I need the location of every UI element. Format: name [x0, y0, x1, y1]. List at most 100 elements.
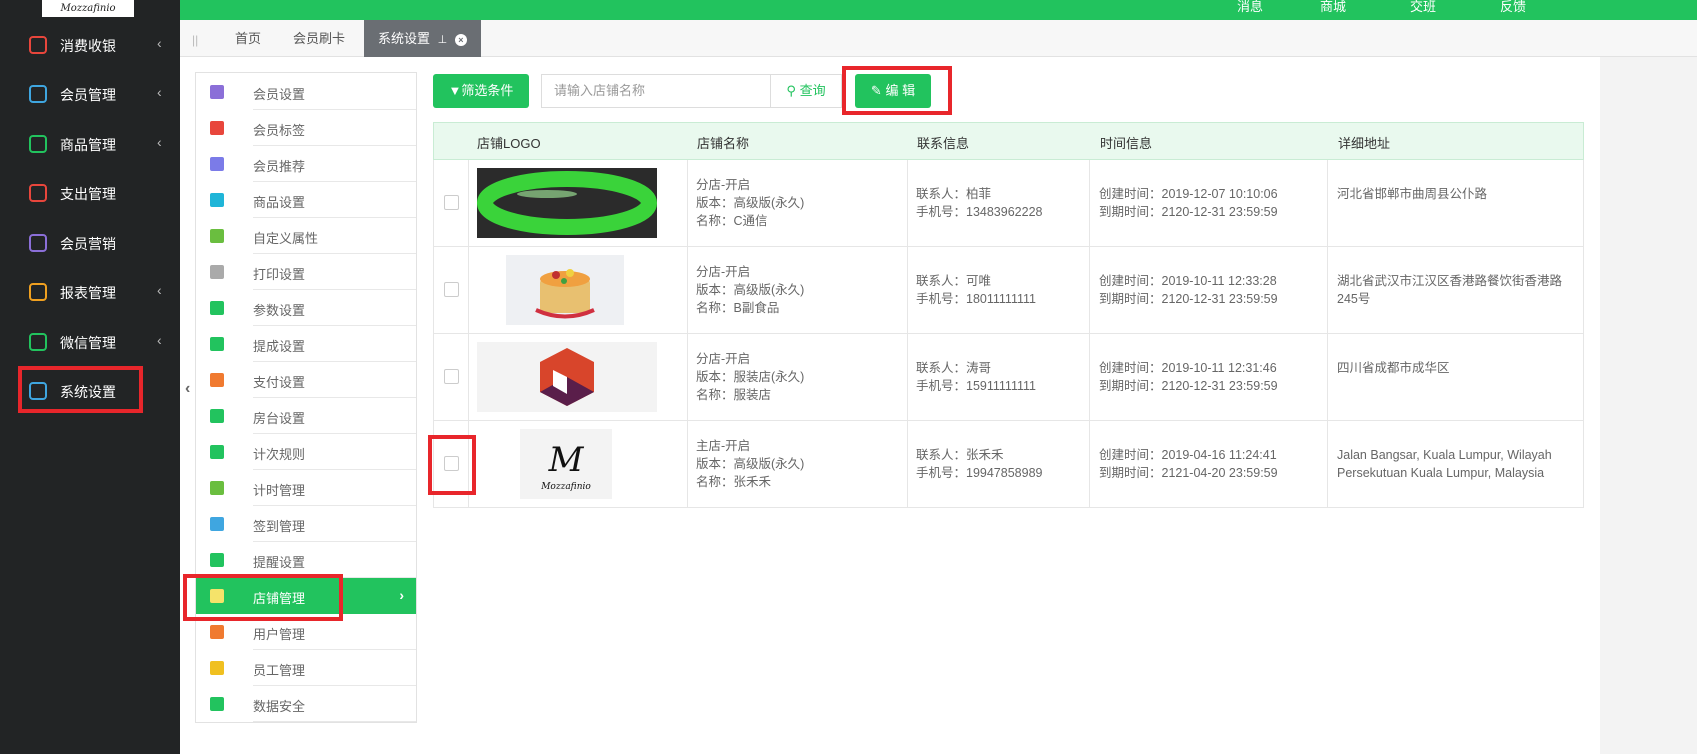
gift-icon	[28, 233, 48, 253]
menu-item-icon	[210, 265, 224, 279]
menu-item-5[interactable]: 打印设置	[196, 254, 416, 290]
store-name: 名称：C通信	[696, 214, 768, 228]
menu-item-label: 打印设置	[253, 267, 306, 282]
top-bar: 消息 商城 交班 反馈	[180, 0, 1697, 20]
store-search-input[interactable]: 请输入店铺名称	[541, 74, 770, 108]
menu-item-17[interactable]: 数据安全	[196, 686, 416, 722]
edit-button[interactable]: ✎ 编 辑	[855, 74, 931, 108]
cell-divider	[907, 160, 908, 247]
sidebar-item-5[interactable]: 报表管理 ‹	[0, 274, 180, 310]
menu-item-3[interactable]: 商品设置	[196, 182, 416, 218]
cell-divider	[687, 247, 688, 334]
contact-person: 联系人：可唯	[916, 274, 992, 288]
filter-button[interactable]: ▼筛选条件	[433, 74, 529, 108]
sidebar-item-2[interactable]: 商品管理 ‹	[0, 126, 180, 162]
sidebar-item-6[interactable]: 微信管理 ‹	[0, 324, 180, 360]
filter-icon: ▼	[448, 83, 462, 98]
store-logo-jade-bangle	[477, 168, 657, 238]
menu-item-4[interactable]: 自定义属性	[196, 218, 416, 254]
menu-item-11[interactable]: 计时管理	[196, 470, 416, 506]
expire-time: 到期时间：2120-12-31 23:59:59	[1099, 292, 1278, 306]
store-version: 版本：高级版(永久)	[696, 196, 805, 210]
row-checkbox[interactable]	[444, 195, 459, 210]
contact-person: 联系人：涛哥	[916, 361, 992, 375]
menu-item-10[interactable]: 计次规则	[196, 434, 416, 470]
mozzafinio-logo-mark: M	[548, 440, 585, 480]
chevron-left-icon: ‹	[157, 84, 162, 100]
cell-divider	[907, 421, 908, 508]
menu-item-icon	[210, 409, 224, 423]
top-nav-shift[interactable]: 交班	[1410, 0, 1436, 15]
menu-item-icon	[210, 697, 224, 711]
settings-menu: 会员设置会员标签会员推荐商品设置 自定义属性打印设置参数设置提成设置 支付设置 房台设…	[195, 72, 417, 723]
tab-system-settings[interactable]: 系统设置 ⊥ ×	[364, 20, 481, 57]
tab-scroll-handle[interactable]: ||	[192, 33, 198, 47]
query-button-label: 查询	[799, 83, 826, 98]
menu-item-2[interactable]: 会员推荐	[196, 146, 416, 182]
chevron-right-icon: ›	[399, 587, 404, 603]
sidebar-item-1[interactable]: 会员管理 ‹	[0, 76, 180, 112]
row-checkbox[interactable]	[444, 369, 459, 384]
menu-item-label: 用户管理	[253, 627, 306, 642]
address-cell: 四川省成都市成华区	[1337, 361, 1450, 375]
menu-item-icon	[210, 301, 224, 315]
store-type: 分店-开启	[696, 178, 751, 192]
cell-divider	[687, 334, 688, 421]
menu-item-0[interactable]: 会员设置	[196, 74, 416, 110]
menu-item-16[interactable]: 员工管理	[196, 650, 416, 686]
store-logo-mozzafinio-logo: M Mozzafinio	[520, 429, 612, 499]
top-nav-messages[interactable]: 消息	[1237, 0, 1263, 15]
sidebar-item-3[interactable]: 支出管理	[0, 175, 180, 211]
cell-divider	[907, 334, 908, 421]
menu-item-label: 签到管理	[253, 519, 306, 534]
menu-item-13[interactable]: 提醒设置	[196, 542, 416, 578]
menu-item-icon	[210, 337, 224, 351]
highlight-box-store-management	[183, 574, 343, 621]
tab-home[interactable]: 首页	[235, 20, 261, 57]
sidebar-item-label: 报表管理	[60, 285, 116, 301]
menu-item-9[interactable]: 房台设置	[196, 398, 416, 434]
menu-item-label: 会员推荐	[253, 159, 306, 174]
cell-divider	[687, 160, 688, 247]
cell-divider	[1089, 334, 1090, 421]
sidebar-item-4[interactable]: 会员营销	[0, 225, 180, 261]
menu-item-label: 提醒设置	[253, 555, 306, 570]
member-icon	[28, 84, 48, 104]
menu-item-8[interactable]: 支付设置	[196, 362, 416, 398]
sidebar-item-0[interactable]: 消费收银 ‹	[0, 27, 180, 63]
collapse-menu-icon[interactable]: ‹	[185, 380, 190, 398]
menu-item-12[interactable]: 签到管理	[196, 506, 416, 542]
goods-icon	[28, 134, 48, 154]
brand-logo: Mozzafinio	[42, 0, 134, 17]
menu-item-label: 会员设置	[253, 87, 306, 102]
pin-icon[interactable]: ⊥	[438, 34, 448, 46]
table-row: 分店-开启 版本：高级版(永久) 名称：C通信 联系人：柏菲 手机号：134839622…	[433, 160, 1584, 247]
cell-divider	[468, 247, 469, 334]
expire-time: 到期时间：2120-12-31 23:59:59	[1099, 205, 1278, 219]
query-button[interactable]: ⚲ 查询	[770, 74, 842, 108]
store-type: 分店-开启	[696, 352, 751, 366]
table-header: 店铺LOGO 店铺名称 联系信息 时间信息 详细地址	[433, 122, 1584, 160]
top-nav-mall[interactable]: 商城	[1320, 0, 1346, 15]
row-checkbox[interactable]	[444, 282, 459, 297]
cell-divider	[1089, 421, 1090, 508]
sidebar-item-label: 消费收银	[60, 38, 116, 54]
expense-icon	[28, 183, 48, 203]
menu-item-6[interactable]: 参数设置	[196, 290, 416, 326]
menu-item-label: 数据安全	[253, 699, 306, 714]
created-time: 创建时间：2019-04-16 11:24:41	[1099, 448, 1277, 462]
menu-item-icon	[210, 481, 224, 495]
close-icon[interactable]: ×	[454, 34, 467, 46]
menu-item-icon	[210, 121, 224, 135]
cell-divider	[1327, 334, 1328, 421]
store-logo-cake	[506, 255, 624, 325]
menu-item-icon	[210, 553, 224, 567]
tab-member-card[interactable]: 会员刷卡	[293, 20, 345, 57]
sidebar-item-label: 会员营销	[60, 236, 116, 252]
menu-item-label: 参数设置	[253, 303, 306, 318]
top-nav-feedback[interactable]: 反馈	[1500, 0, 1526, 15]
menu-item-7[interactable]: 提成设置	[196, 326, 416, 362]
sidebar-item-label: 微信管理	[60, 335, 116, 351]
contact-phone: 手机号：18011111111	[916, 292, 1036, 306]
menu-item-1[interactable]: 会员标签	[196, 110, 416, 146]
